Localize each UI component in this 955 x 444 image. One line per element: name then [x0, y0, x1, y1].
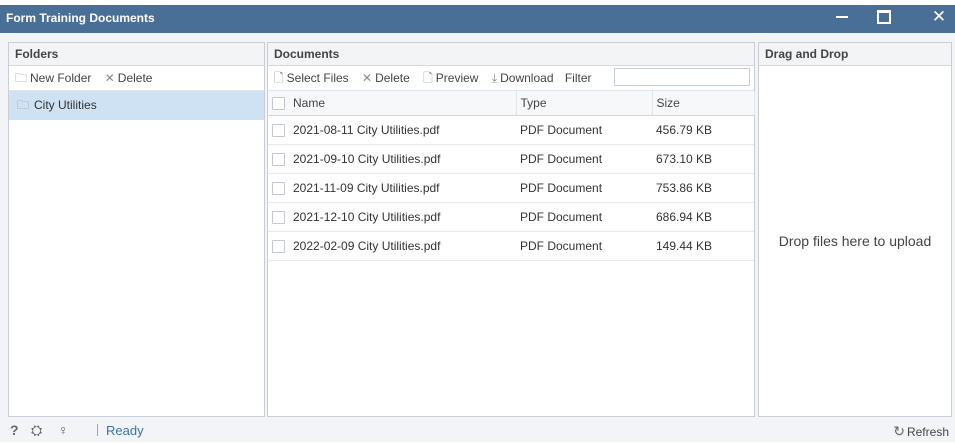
download-label: Download [500, 71, 554, 85]
download-button[interactable]: ⤓ Download [492, 66, 554, 90]
folder-icon: 🗀 [17, 98, 30, 112]
minimize-icon [836, 16, 848, 18]
cell-type: PDF Document [516, 202, 652, 232]
column-header-name[interactable]: Name [268, 91, 517, 116]
title-bar: Form Training Documents ✕ [0, 5, 955, 33]
delete-document-button[interactable]: ✕ Delete [362, 66, 410, 90]
cell-size: 686.94 KB [652, 202, 754, 232]
status-text: Ready [106, 423, 144, 438]
status-divider [97, 424, 98, 436]
drag-and-drop-panel[interactable]: Drag and Drop Drop files here to upload [758, 42, 952, 417]
cell-name: 2021-12-10 City Utilities.pdf [268, 202, 516, 232]
cell-size: 753.86 KB [652, 173, 754, 203]
refresh-icon: ↻ [893, 423, 905, 439]
refresh-label: Refresh [906, 425, 949, 439]
row-checkbox[interactable] [272, 182, 285, 196]
preview-label: Preview [435, 71, 479, 85]
support-icon[interactable]: ⛭ [31, 418, 42, 442]
document-name: 2021-08-11 City Utilities.pdf [293, 122, 440, 137]
maximize-icon [877, 10, 891, 24]
cell-size: 149.44 KB [652, 231, 754, 261]
file-icon: 🗋 [274, 71, 284, 85]
new-folder-label: New Folder [30, 71, 92, 85]
form-training-documents-window: Form Training Documents ✕ Folders 🗀 New F… [0, 5, 955, 442]
documents-header: Documents [268, 43, 754, 66]
document-name: 2021-11-09 City Utilities.pdf [293, 180, 440, 195]
table-row[interactable]: 2022-02-09 City Utilities.pdf PDF Docume… [268, 231, 754, 261]
cell-type: PDF Document [516, 231, 652, 261]
folders-header: Folders [9, 43, 264, 66]
select-all-checkbox[interactable] [272, 97, 285, 111]
maximize-button[interactable] [868, 5, 898, 29]
cell-size: 673.10 KB [652, 144, 754, 174]
help-icon[interactable]: ? [10, 418, 19, 442]
filter-input[interactable] [614, 68, 750, 86]
grid-header-row: Name Type Size [268, 91, 755, 116]
table-row[interactable]: 2021-08-11 City Utilities.pdf PDF Docume… [268, 115, 754, 145]
row-checkbox[interactable] [272, 211, 285, 225]
drag-and-drop-header: Drag and Drop [759, 43, 951, 66]
documents-toolbar: 🗋 Select Files ✕ Delete 🗋 Preview ⤓ Download… [268, 66, 754, 91]
table-row[interactable]: 2021-12-10 City Utilities.pdf PDF Docume… [268, 202, 754, 232]
preview-icon: 🗋 [423, 71, 433, 85]
delete-folder-label: Delete [117, 71, 153, 85]
download-icon: ⤓ [491, 71, 498, 85]
delete-icon: ✕ [104, 71, 115, 85]
cell-type: PDF Document [516, 115, 652, 145]
cell-type: PDF Document [516, 144, 652, 174]
minimize-button[interactable] [827, 5, 857, 29]
delete-document-label: Delete [375, 71, 410, 85]
refresh-button[interactable]: ↻ Refresh [893, 419, 949, 444]
column-header-size[interactable]: Size [652, 91, 755, 116]
cell-name: 2022-02-09 City Utilities.pdf [268, 231, 516, 261]
close-icon: ✕ [931, 7, 947, 26]
row-checkbox[interactable] [272, 124, 285, 138]
document-name: 2021-12-10 City Utilities.pdf [293, 209, 441, 224]
document-name: 2022-02-09 City Utilities.pdf [293, 238, 441, 253]
column-header-name-label: Name [293, 95, 326, 110]
folder-icon: 🗀 [15, 71, 28, 85]
drop-zone-text: Drop files here to upload [778, 233, 932, 249]
delete-folder-button[interactable]: ✕ Delete [105, 66, 153, 90]
folder-item-label: City Utilities [34, 98, 97, 112]
table-row[interactable]: 2021-11-09 City Utilities.pdf PDF Docume… [268, 173, 754, 203]
cell-name: 2021-11-09 City Utilities.pdf [268, 173, 516, 203]
cell-name: 2021-08-11 City Utilities.pdf [268, 115, 516, 145]
table-row[interactable]: 2021-09-10 City Utilities.pdf PDF Docume… [268, 144, 754, 174]
folders-panel: Folders 🗀 New Folder ✕ Delete 🗀 City Utilit… [8, 42, 265, 417]
cell-size: 456.79 KB [652, 115, 754, 145]
window-title: Form Training Documents [6, 11, 155, 25]
status-bar: ? ⛭ ♀ Ready ↻ Refresh [0, 418, 955, 442]
documents-grid: Name Type Size 2021-08-11 City Utilities… [268, 91, 755, 261]
close-button[interactable]: ✕ [924, 5, 954, 29]
document-name: 2021-09-10 City Utilities.pdf [293, 151, 441, 166]
folder-item-city-utilities[interactable]: 🗀 City Utilities [9, 91, 264, 120]
delete-icon: ✕ [362, 71, 373, 85]
cell-name: 2021-09-10 City Utilities.pdf [268, 144, 516, 174]
new-folder-button[interactable]: 🗀 New Folder [15, 66, 91, 90]
documents-panel: Documents 🗋 Select Files ✕ Delete 🗋 Preview… [267, 42, 755, 417]
preview-button[interactable]: 🗋 Preview [423, 66, 478, 90]
folders-toolbar: 🗀 New Folder ✕ Delete [9, 66, 264, 91]
cell-type: PDF Document [516, 173, 652, 203]
lightbulb-icon[interactable]: ♀ [58, 418, 69, 442]
select-files-label: Select Files [286, 71, 349, 85]
row-checkbox[interactable] [272, 153, 285, 167]
select-files-button[interactable]: 🗋 Select Files [274, 66, 349, 90]
column-header-type[interactable]: Type [516, 91, 653, 116]
row-checkbox[interactable] [272, 240, 285, 254]
filter-label: Filter [564, 71, 592, 85]
